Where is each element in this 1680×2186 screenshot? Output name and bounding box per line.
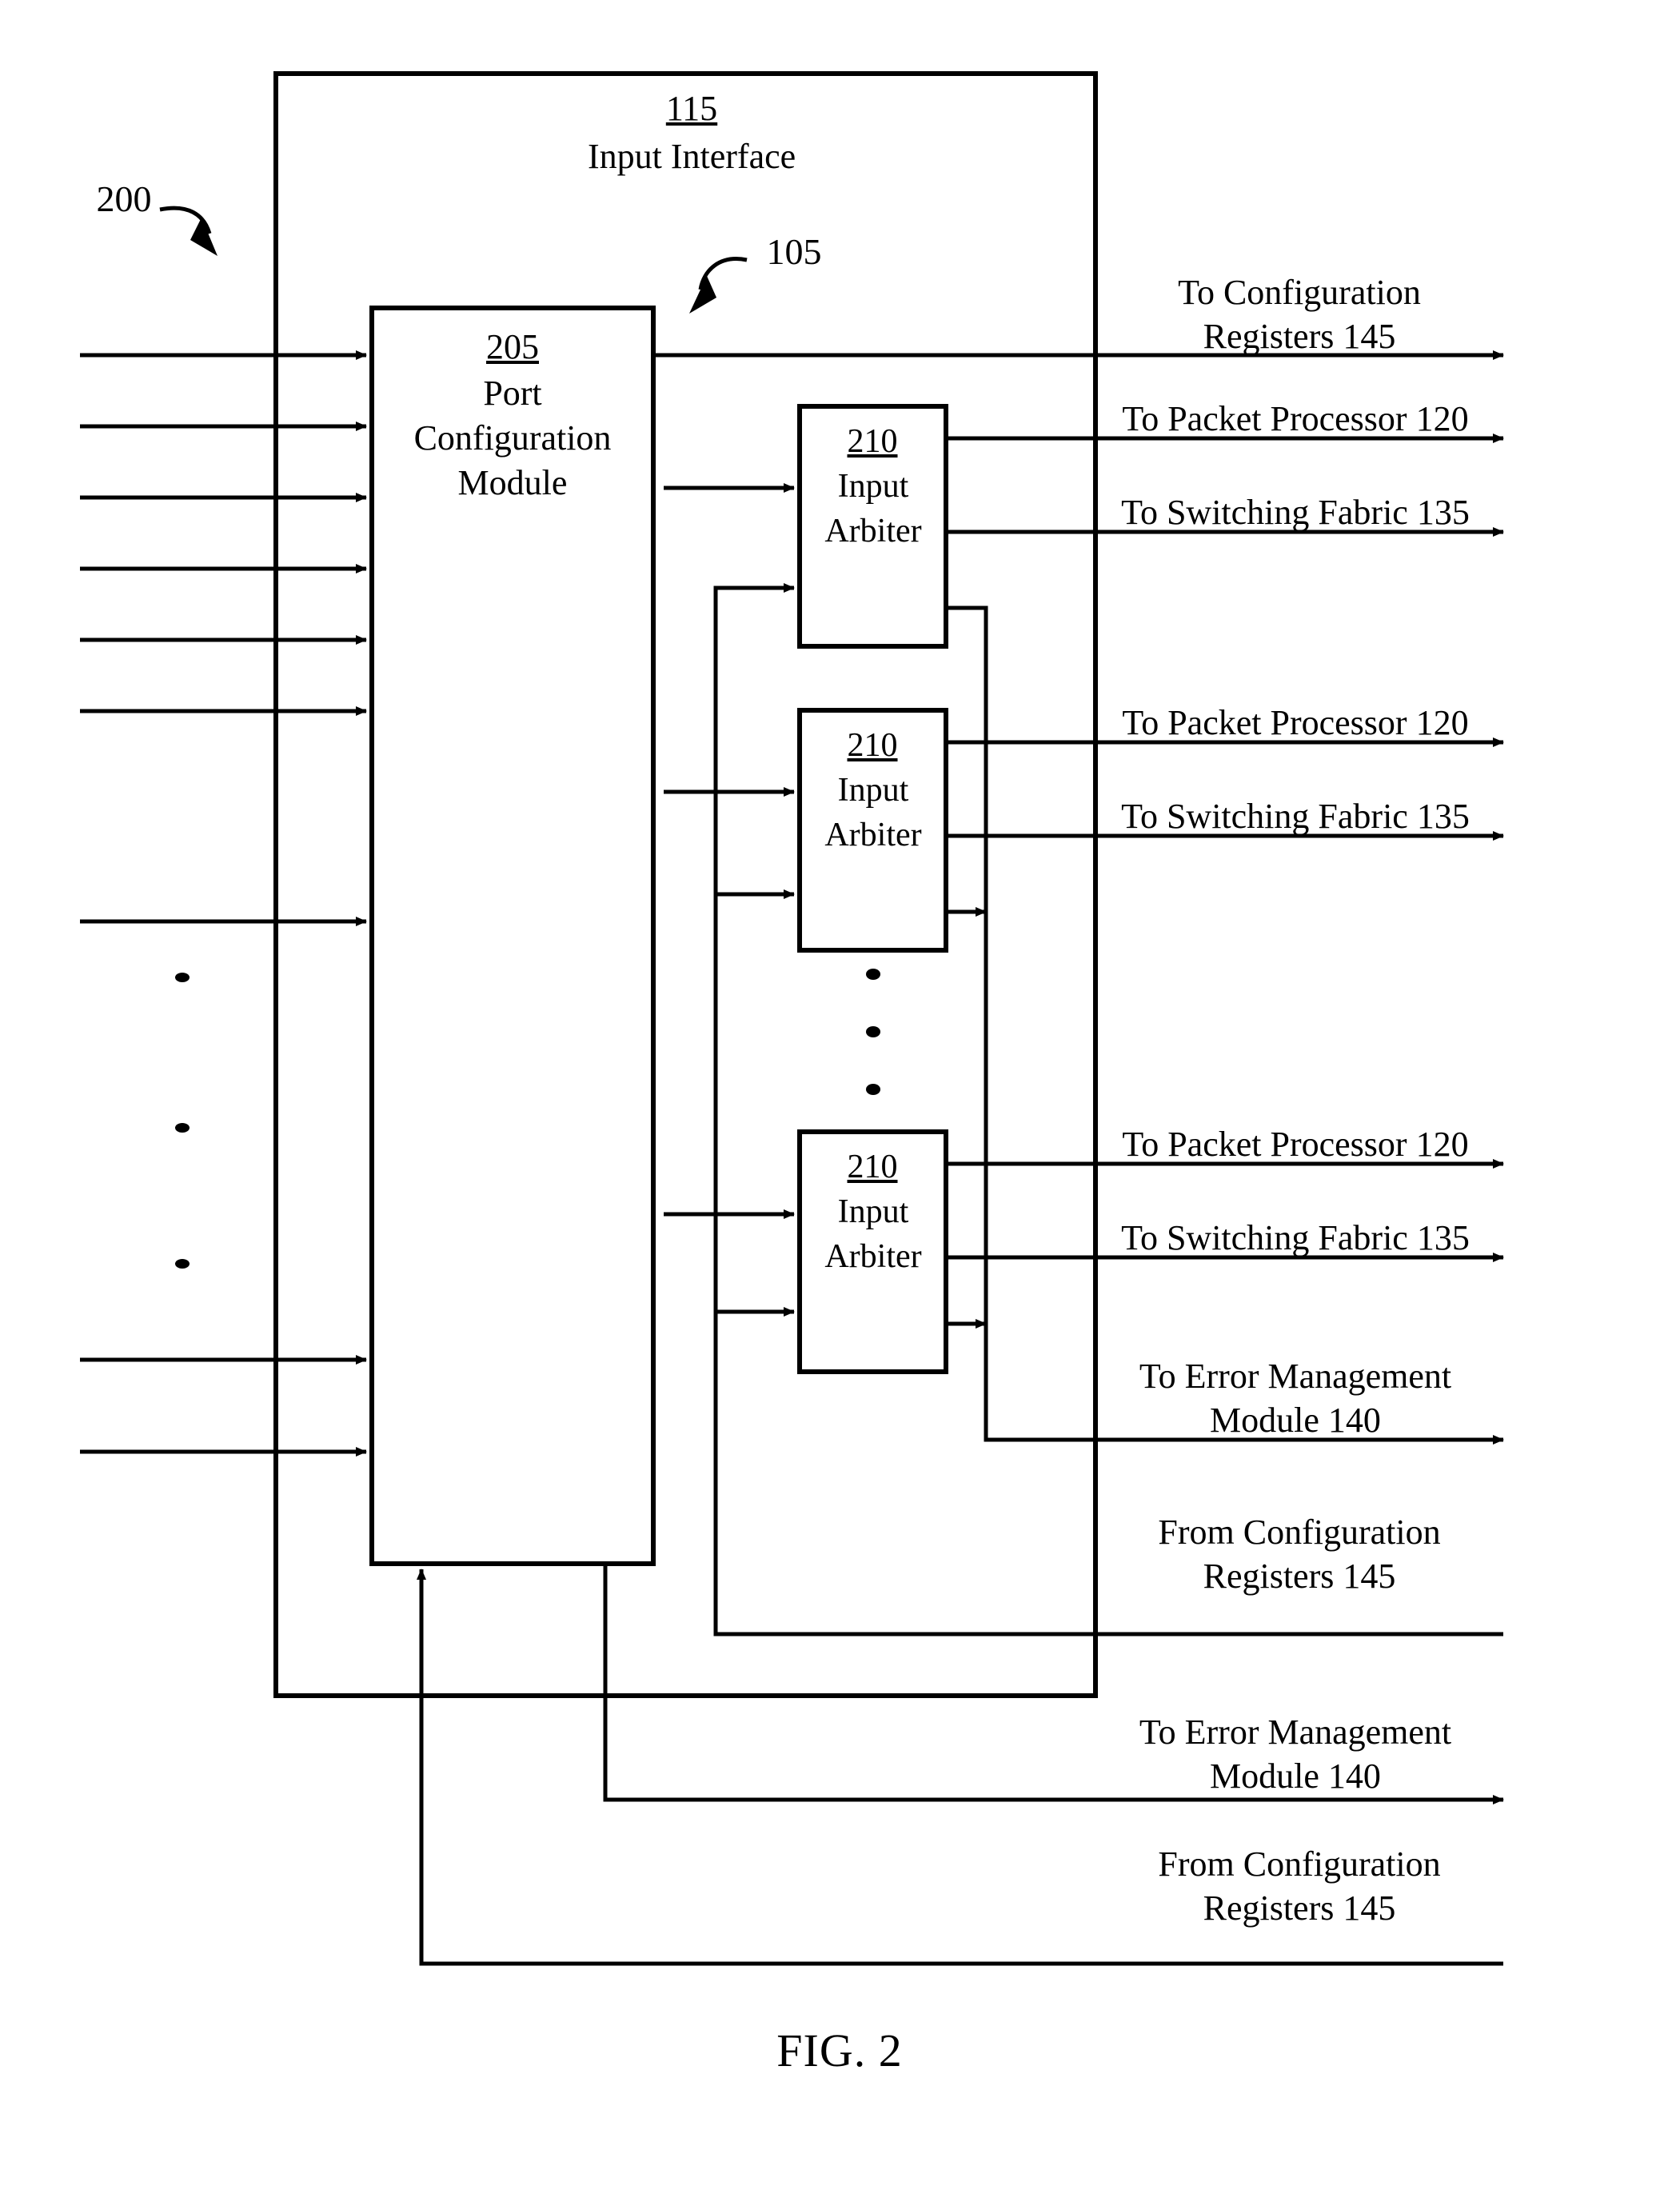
port-config-module-ref: 205 [486, 327, 539, 366]
input-arbiter-1-ref: 210 [847, 423, 898, 460]
signal-label-to-packet-processor-120-3: To Packet Processor 120 [1122, 1125, 1469, 1164]
input-interface-boundary [273, 71, 1098, 1698]
signal-label-to-error-management-140-2-line2: Module 140 [1210, 1756, 1381, 1796]
input-arbiter-3-ref: 210 [847, 1149, 898, 1185]
figure-caption: FIG. 2 [776, 2024, 903, 2076]
signal-label-from-config-registers-145-2-line2: Registers 145 [1203, 1888, 1396, 1928]
signal-label-to-packet-processor-120-2: To Packet Processor 120 [1122, 703, 1469, 742]
input-arbiter-3-label-line1: Input [837, 1193, 909, 1230]
signal-label-from-config-registers-145-2-line1: From Configuration [1158, 1844, 1441, 1884]
signal-label-to-switching-fabric-135-2: To Switching Fabric 135 [1121, 797, 1470, 836]
input-port-lines [80, 350, 367, 1457]
pointer-arrow-200-head [190, 218, 217, 256]
middle-dot-2 [866, 1026, 880, 1037]
input-arbiter-2-label-line1: Input [837, 772, 909, 809]
signal-label-to-error-management-140-2-line1: To Error Management [1139, 1712, 1452, 1752]
input-arbiter-2-label-line2: Arbiter [824, 817, 922, 853]
input-arbiter-1-label-line1: Input [837, 468, 909, 505]
input-arbiter-2-ref: 210 [847, 727, 898, 764]
port-config-module-label-line3: Module [457, 463, 568, 502]
left-dot-2 [175, 1123, 190, 1133]
port-config-module-label-line1: Port [483, 374, 542, 413]
port-config-ref-105: 105 [766, 231, 822, 272]
signal-label-to-error-management-140-1-line2: Module 140 [1210, 1401, 1381, 1440]
signal-label-to-config-registers-145-line2: Registers 145 [1203, 317, 1396, 356]
middle-dot-3 [866, 1084, 880, 1095]
signal-label-to-switching-fabric-135-1: To Switching Fabric 135 [1121, 493, 1470, 532]
input-arbiter-3-label-line2: Arbiter [824, 1238, 922, 1275]
left-dot-3 [175, 1259, 190, 1269]
signal-label-from-config-registers-145-1-line1: From Configuration [1158, 1513, 1441, 1552]
diagram-ref-200: 200 [96, 178, 152, 219]
signal-label-to-packet-processor-120-1: To Packet Processor 120 [1122, 399, 1469, 438]
port-config-module-label-line2: Configuration [413, 418, 612, 458]
input-interface-ref: 115 [665, 89, 718, 128]
left-dot-1 [175, 973, 190, 982]
ellipsis-dots [175, 969, 880, 1269]
signal-label-to-switching-fabric-135-3: To Switching Fabric 135 [1121, 1218, 1470, 1257]
signal-label-from-config-registers-145-1-line2: Registers 145 [1203, 1557, 1396, 1596]
middle-dot-1 [866, 969, 880, 980]
signal-label-to-config-registers-145-line1: To Configuration [1178, 273, 1421, 312]
pcm-to-arbiter-links [664, 483, 795, 1219]
patent-figure-2: 115 Input Interface 200 105 205 Port Con… [0, 0, 1680, 2186]
signal-label-to-error-management-140-1-line1: To Error Management [1139, 1357, 1452, 1396]
input-arbiter-1-label-line2: Arbiter [824, 513, 922, 549]
input-interface-title: Input Interface [588, 137, 796, 176]
